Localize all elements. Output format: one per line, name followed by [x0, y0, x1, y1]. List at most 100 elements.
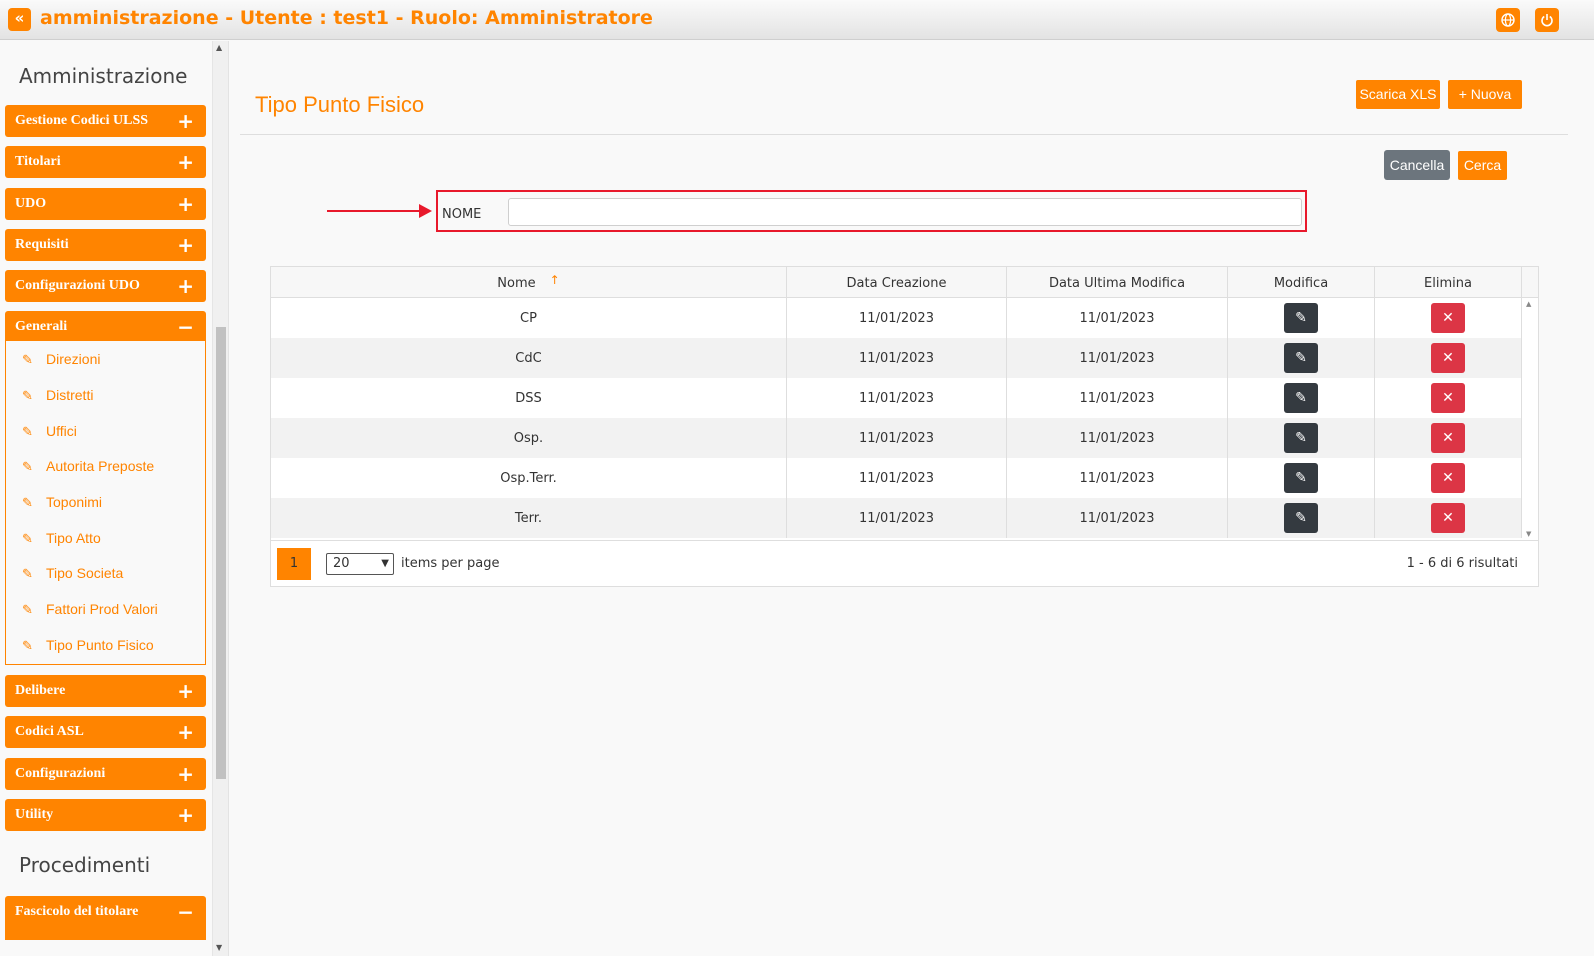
- app-title: amministrazione - Utente : test1 - Ruolo…: [40, 7, 653, 29]
- collapse-sidebar-button[interactable]: «: [8, 8, 31, 31]
- content-divider: [228, 41, 229, 956]
- submenu-item-fattori-prod-valori[interactable]: ✎ Fattori Prod Valori: [22, 601, 158, 618]
- pager: 1 20 ▼ items per page 1 - 6 di 6 risultat…: [271, 540, 1538, 586]
- scroll-down-icon[interactable]: ▼: [216, 943, 222, 952]
- top-bar: « amministrazione - Utente : test1 - Ruo…: [0, 0, 1594, 40]
- submenu-item-direzioni[interactable]: ✎ Direzioni: [22, 351, 100, 368]
- table-scrollbar[interactable]: ▲ ▼: [1522, 298, 1538, 540]
- edit-icon[interactable]: ✎: [1284, 343, 1318, 373]
- delete-icon[interactable]: ✕: [1431, 463, 1465, 493]
- user-edit-icon: ✎: [22, 424, 33, 439]
- submenu-item-uffici[interactable]: ✎ Uffici: [22, 423, 77, 440]
- scroll-up-icon[interactable]: ▲: [216, 43, 222, 52]
- menu-utility[interactable]: Utility +: [5, 799, 206, 831]
- cell-data-creazione: 11/01/2023: [787, 498, 1007, 538]
- user-edit-icon: ✎: [22, 352, 33, 367]
- cell-data-ultima-modifica: 11/01/2023: [1007, 418, 1228, 458]
- menu-requisiti[interactable]: Requisiti +: [5, 229, 206, 261]
- edit-icon[interactable]: ✎: [1284, 303, 1318, 333]
- cell-nome: Osp.Terr.: [271, 458, 787, 498]
- table-row[interactable]: Osp. 11/01/2023 11/01/2023 ✎ ✕: [271, 418, 1522, 458]
- submenu-item-tipo-societa[interactable]: ✎ Tipo Societa: [22, 565, 123, 582]
- table-row[interactable]: CP 11/01/2023 11/01/2023 ✎ ✕: [271, 298, 1522, 338]
- delete-icon[interactable]: ✕: [1431, 383, 1465, 413]
- menu-configurazioni[interactable]: Configurazioni +: [5, 758, 206, 790]
- plus-icon: +: [177, 720, 194, 744]
- minus-icon: −: [177, 315, 194, 339]
- menu-configurazioni-udo[interactable]: Configurazioni UDO +: [5, 270, 206, 302]
- column-header-nome[interactable]: Nome ↑: [271, 267, 787, 298]
- cell-elimina: ✕: [1375, 498, 1522, 538]
- submenu-item-toponimi[interactable]: ✎ Toponimi: [22, 494, 102, 511]
- cell-elimina: ✕: [1375, 378, 1522, 418]
- user-edit-icon: ✎: [22, 638, 33, 653]
- table-row[interactable]: CdC 11/01/2023 11/01/2023 ✎ ✕: [271, 338, 1522, 378]
- page-button-current[interactable]: 1: [277, 548, 311, 580]
- table-row[interactable]: Osp.Terr. 11/01/2023 11/01/2023 ✎ ✕: [271, 458, 1522, 498]
- edit-icon[interactable]: ✎: [1284, 503, 1318, 533]
- nome-filter-input[interactable]: [508, 198, 1302, 226]
- page-size-select[interactable]: 20 ▼: [326, 553, 394, 575]
- cell-modifica: ✎: [1228, 498, 1375, 538]
- cell-modifica: ✎: [1228, 418, 1375, 458]
- table-row[interactable]: DSS 11/01/2023 11/01/2023 ✎ ✕: [271, 378, 1522, 418]
- delete-icon[interactable]: ✕: [1431, 303, 1465, 333]
- edit-icon[interactable]: ✎: [1284, 423, 1318, 453]
- delete-icon[interactable]: ✕: [1431, 423, 1465, 453]
- menu-titolari[interactable]: Titolari +: [5, 146, 206, 178]
- cell-data-ultima-modifica: 11/01/2023: [1007, 458, 1228, 498]
- edit-icon[interactable]: ✎: [1284, 383, 1318, 413]
- submenu-generali: ✎ Direzioni ✎ Distretti ✎ Uffici ✎ Autorita …: [5, 341, 206, 665]
- globe-icon[interactable]: [1496, 8, 1520, 32]
- sidebar-scrollbar[interactable]: ▲ ▼: [212, 41, 228, 956]
- column-header-modifica: Modifica: [1228, 267, 1375, 298]
- menu-fascicolo-del-titolare[interactable]: Fascicolo del titolare −: [5, 896, 206, 940]
- menu-gestione-codici-ulss[interactable]: Gestione Codici ULSS +: [5, 105, 206, 137]
- submenu-item-autorita-preposte[interactable]: ✎ Autorita Preposte: [22, 458, 154, 475]
- cell-data-ultima-modifica: 11/01/2023: [1007, 498, 1228, 538]
- menu-codici-asl[interactable]: Codici ASL +: [5, 716, 206, 748]
- filter-label-nome: NOME: [442, 207, 482, 222]
- cell-data-creazione: 11/01/2023: [787, 418, 1007, 458]
- annotation-arrow: [327, 210, 422, 212]
- cell-modifica: ✎: [1228, 378, 1375, 418]
- header-scroll-gap: [1522, 267, 1538, 298]
- cell-nome: Terr.: [271, 498, 787, 538]
- cerca-button[interactable]: Cerca: [1458, 151, 1507, 180]
- sort-ascending-icon[interactable]: ↑: [550, 273, 560, 287]
- column-header-data-ultima-modifica[interactable]: Data Ultima Modifica: [1007, 267, 1228, 298]
- cell-modifica: ✎: [1228, 458, 1375, 498]
- power-icon[interactable]: [1535, 8, 1559, 32]
- menu-generali[interactable]: Generali −: [5, 311, 206, 343]
- scrollbar-thumb[interactable]: [216, 327, 226, 779]
- page-title: Tipo Punto Fisico: [255, 92, 425, 117]
- nuova-button[interactable]: + Nuova: [1448, 80, 1522, 109]
- cell-nome: DSS: [271, 378, 787, 418]
- cell-elimina: ✕: [1375, 418, 1522, 458]
- user-edit-icon: ✎: [22, 602, 33, 617]
- scroll-down-icon[interactable]: ▼: [1526, 530, 1531, 538]
- cell-modifica: ✎: [1228, 298, 1375, 338]
- cell-nome: Osp.: [271, 418, 787, 458]
- table-row[interactable]: Terr. 11/01/2023 11/01/2023 ✎ ✕: [271, 498, 1522, 538]
- table-header: Nome ↑ Data Creazione Data Ultima Modific…: [271, 267, 1522, 298]
- scroll-up-icon[interactable]: ▲: [1526, 300, 1531, 308]
- delete-icon[interactable]: ✕: [1431, 503, 1465, 533]
- column-header-data-creazione[interactable]: Data Creazione: [787, 267, 1007, 298]
- section-title-amministrazione: Amministrazione: [19, 64, 188, 88]
- cell-nome: CdC: [271, 338, 787, 378]
- delete-icon[interactable]: ✕: [1431, 343, 1465, 373]
- submenu-item-distretti[interactable]: ✎ Distretti: [22, 387, 93, 404]
- edit-icon[interactable]: ✎: [1284, 463, 1318, 493]
- scarica-xls-button[interactable]: Scarica XLS: [1356, 80, 1440, 109]
- menu-udo[interactable]: UDO +: [5, 188, 206, 220]
- user-edit-icon: ✎: [22, 388, 33, 403]
- cancella-button[interactable]: Cancella: [1384, 150, 1450, 180]
- plus-icon: +: [177, 679, 194, 703]
- cell-nome: CP: [271, 298, 787, 338]
- items-per-page-label: items per page: [401, 556, 500, 571]
- menu-delibere[interactable]: Delibere +: [5, 675, 206, 707]
- submenu-item-tipo-atto[interactable]: ✎ Tipo Atto: [22, 530, 101, 547]
- plus-icon: +: [177, 233, 194, 257]
- submenu-item-tipo-punto-fisico[interactable]: ✎ Tipo Punto Fisico: [22, 637, 154, 654]
